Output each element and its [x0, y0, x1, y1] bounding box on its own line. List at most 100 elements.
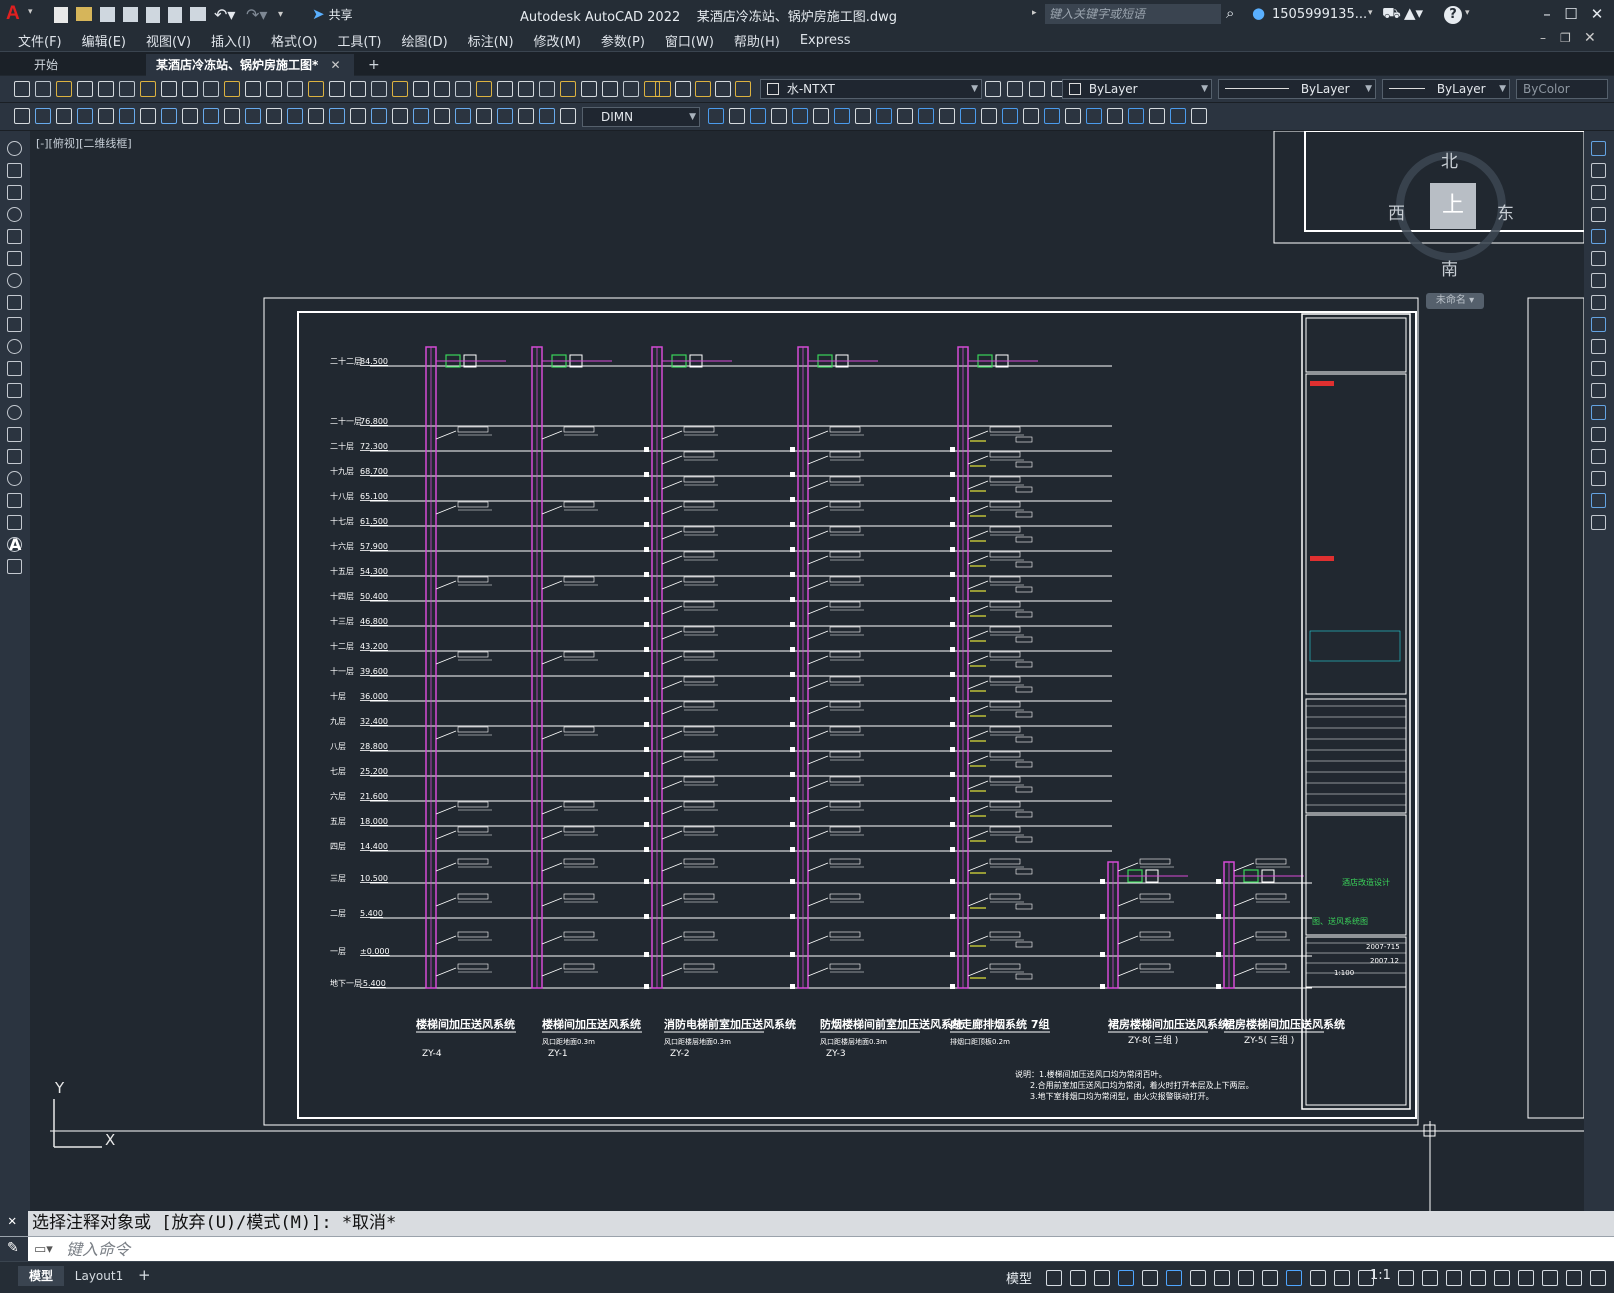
modify-icon-6[interactable]: [834, 108, 850, 124]
status-toggle-icon-10[interactable]: [1286, 1270, 1302, 1286]
modify-icon-5[interactable]: [813, 108, 829, 124]
dimension-icon-4[interactable]: [98, 108, 114, 124]
menu-dimension[interactable]: 标注(N): [458, 31, 524, 50]
save-icon[interactable]: [100, 7, 115, 22]
user-icon[interactable]: ●: [1252, 4, 1265, 22]
draw-tool-icon-19[interactable]: [7, 559, 22, 574]
modify-icon-23[interactable]: [1191, 108, 1207, 124]
status-toggle-icon-6[interactable]: [1190, 1270, 1206, 1286]
dimension-icon-18[interactable]: [392, 108, 408, 124]
open-web-icon[interactable]: [146, 7, 160, 23]
standard-icon-26[interactable]: [560, 81, 576, 97]
dimension-icon-2[interactable]: [56, 108, 72, 124]
status-toggle-icon-5[interactable]: [1166, 1270, 1182, 1286]
standard-icon-10[interactable]: [224, 81, 240, 97]
status-toggle-icon-8[interactable]: [1238, 1270, 1254, 1286]
draw-tool-icon-12[interactable]: [7, 405, 22, 420]
dimension-icon-6[interactable]: [140, 108, 156, 124]
customize-qat-icon[interactable]: ▾: [278, 7, 288, 25]
standard-icon-5[interactable]: [119, 81, 135, 97]
minimize-button[interactable]: –: [1536, 4, 1558, 24]
modify-icon-13[interactable]: [981, 108, 997, 124]
menu-edit[interactable]: 编辑(E): [72, 31, 136, 50]
help-menu-arrow-icon[interactable]: ▾: [1465, 8, 1470, 18]
draw-tool-icon-15[interactable]: [7, 471, 22, 486]
status-toggle-icon-20[interactable]: [1542, 1270, 1558, 1286]
status-toggle-icon-17[interactable]: [1470, 1270, 1486, 1286]
dimension-icon-26[interactable]: [560, 108, 576, 124]
modify-tool-icon-0[interactable]: [1591, 141, 1606, 156]
modify-tool-icon-10[interactable]: [1591, 361, 1606, 376]
status-toggle-icon-13[interactable]: [1358, 1270, 1374, 1286]
standard-icon-15[interactable]: [329, 81, 345, 97]
viewcube-south[interactable]: 南: [1441, 255, 1458, 280]
menu-view[interactable]: 视图(V): [136, 31, 201, 50]
command-input[interactable]: 键入命令: [66, 1237, 130, 1262]
app-menu-arrow-icon[interactable]: ▾: [28, 7, 33, 17]
menu-modify[interactable]: 修改(M): [524, 31, 591, 50]
lineweight-dropdown[interactable]: ByLayer ▼: [1382, 79, 1510, 99]
dimension-icon-12[interactable]: [266, 108, 282, 124]
dimension-icon-5[interactable]: [119, 108, 135, 124]
doc-close-button[interactable]: ✕: [1584, 30, 1596, 46]
modify-icon-10[interactable]: [918, 108, 934, 124]
modify-icon-22[interactable]: [1170, 108, 1186, 124]
modify-tool-icon-6[interactable]: [1591, 273, 1606, 288]
modify-icon-21[interactable]: [1149, 108, 1165, 124]
standard-icon-7[interactable]: [161, 81, 177, 97]
modify-tool-icon-17[interactable]: [1591, 515, 1606, 530]
layer-state-icon-0[interactable]: [985, 81, 1001, 97]
standard-icon-14[interactable]: [308, 81, 324, 97]
status-toggle-icon-1[interactable]: [1070, 1270, 1086, 1286]
menu-help[interactable]: 帮助(H): [724, 31, 790, 50]
draw-tool-icon-1[interactable]: [7, 163, 22, 178]
dimstyle-dropdown[interactable]: DIMN ▼: [582, 107, 700, 127]
plotstyle-dropdown[interactable]: ByColor: [1516, 79, 1608, 99]
standard-icon-25[interactable]: [539, 81, 555, 97]
text-tool-icon[interactable]: A: [9, 535, 21, 554]
modify-tool-icon-2[interactable]: [1591, 185, 1606, 200]
status-toggle-icon-19[interactable]: [1518, 1270, 1534, 1286]
open-icon[interactable]: [76, 7, 92, 21]
status-toggle-icon-7[interactable]: [1214, 1270, 1230, 1286]
standard-icon-20[interactable]: [434, 81, 450, 97]
standard-icon-1[interactable]: [35, 81, 51, 97]
draw-tool-icon-16[interactable]: [7, 493, 22, 508]
standard-icon-24[interactable]: [518, 81, 534, 97]
viewcube-top-face[interactable]: 上: [1430, 183, 1476, 229]
search-input[interactable]: 键入关键字或短语: [1045, 4, 1221, 24]
tab-close-icon[interactable]: ✕: [330, 58, 340, 72]
layer-tool-icon-0[interactable]: [655, 81, 671, 97]
modify-icon-12[interactable]: [960, 108, 976, 124]
redo-icon[interactable]: ↷▾: [246, 7, 270, 25]
maximize-button[interactable]: ☐: [1560, 4, 1582, 24]
standard-icon-29[interactable]: [623, 81, 639, 97]
share-button[interactable]: ➤ 共享: [312, 5, 353, 23]
plot-icon[interactable]: [190, 7, 206, 21]
dimension-icon-10[interactable]: [224, 108, 240, 124]
dimension-icon-25[interactable]: [539, 108, 555, 124]
draw-tool-icon-5[interactable]: [7, 251, 22, 266]
standard-icon-13[interactable]: [287, 81, 303, 97]
undo-icon[interactable]: ↶▾: [214, 7, 238, 25]
modify-icon-18[interactable]: [1086, 108, 1102, 124]
status-toggle-icon-16[interactable]: [1446, 1270, 1462, 1286]
dimension-icon-17[interactable]: [371, 108, 387, 124]
standard-icon-2[interactable]: [56, 81, 72, 97]
dimension-icon-11[interactable]: [245, 108, 261, 124]
modify-icon-8[interactable]: [876, 108, 892, 124]
status-toggle-icon-12[interactable]: [1334, 1270, 1350, 1286]
layer-state-icon-2[interactable]: [1029, 81, 1045, 97]
draw-tool-icon-10[interactable]: [7, 361, 22, 376]
dimension-icon-16[interactable]: [350, 108, 366, 124]
standard-icon-17[interactable]: [371, 81, 387, 97]
viewcube-north[interactable]: 北: [1441, 147, 1458, 172]
modify-icon-2[interactable]: [750, 108, 766, 124]
standard-icon-19[interactable]: [413, 81, 429, 97]
dimension-icon-15[interactable]: [329, 108, 345, 124]
modify-tool-icon-13[interactable]: [1591, 427, 1606, 442]
search-icon[interactable]: ⌕: [1226, 4, 1234, 22]
modify-tool-icon-4[interactable]: [1591, 229, 1606, 244]
modify-tool-icon-1[interactable]: [1591, 163, 1606, 178]
dimension-icon-21[interactable]: [455, 108, 471, 124]
